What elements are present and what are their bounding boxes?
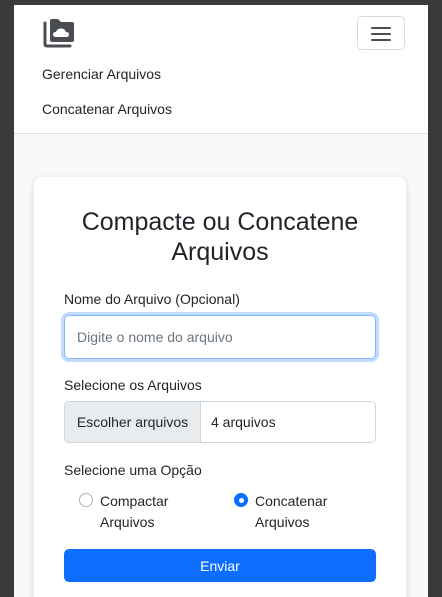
navbar: Gerenciar Arquivos Concatenar Arquivos xyxy=(14,5,428,134)
hamburger-icon xyxy=(371,27,391,29)
file-count: 4 arquivos xyxy=(211,414,276,430)
radio-label-compactar[interactable]: Compactar Arquivos xyxy=(100,491,200,533)
choose-files-button[interactable]: Escolher arquivos xyxy=(65,402,201,442)
browser-viewport: Gerenciar Arquivos Concatenar Arquivos C… xyxy=(14,5,428,597)
nav-link-concatenar-arquivos[interactable]: Concatenar Arquivos xyxy=(42,100,172,118)
file-input[interactable]: Escolher arquivos 4 arquivos xyxy=(64,401,376,443)
page-title: Compacte ou Concatene Arquivos xyxy=(81,208,359,266)
files-label: Selecione os Arquivos xyxy=(64,377,202,393)
radio-concatenar[interactable] xyxy=(234,493,248,507)
filename-input[interactable] xyxy=(64,315,376,359)
navbar-toggler-button[interactable] xyxy=(357,16,405,50)
hamburger-icon xyxy=(371,39,391,41)
hamburger-icon xyxy=(371,33,391,35)
filename-label: Nome do Arquivo (Opcional) xyxy=(64,291,240,307)
nav-link-gerenciar-arquivos[interactable]: Gerenciar Arquivos xyxy=(42,65,161,83)
submit-button[interactable]: Enviar xyxy=(64,549,376,582)
folder-cloud-icon[interactable] xyxy=(42,17,78,49)
radio-compactar[interactable] xyxy=(79,493,93,507)
form-card: Compacte ou Concatene Arquivos Nome do A… xyxy=(34,177,406,597)
option-label: Selecione uma Opção xyxy=(64,462,202,478)
radio-label-concatenar[interactable]: Concatenar Arquivos xyxy=(255,491,355,533)
